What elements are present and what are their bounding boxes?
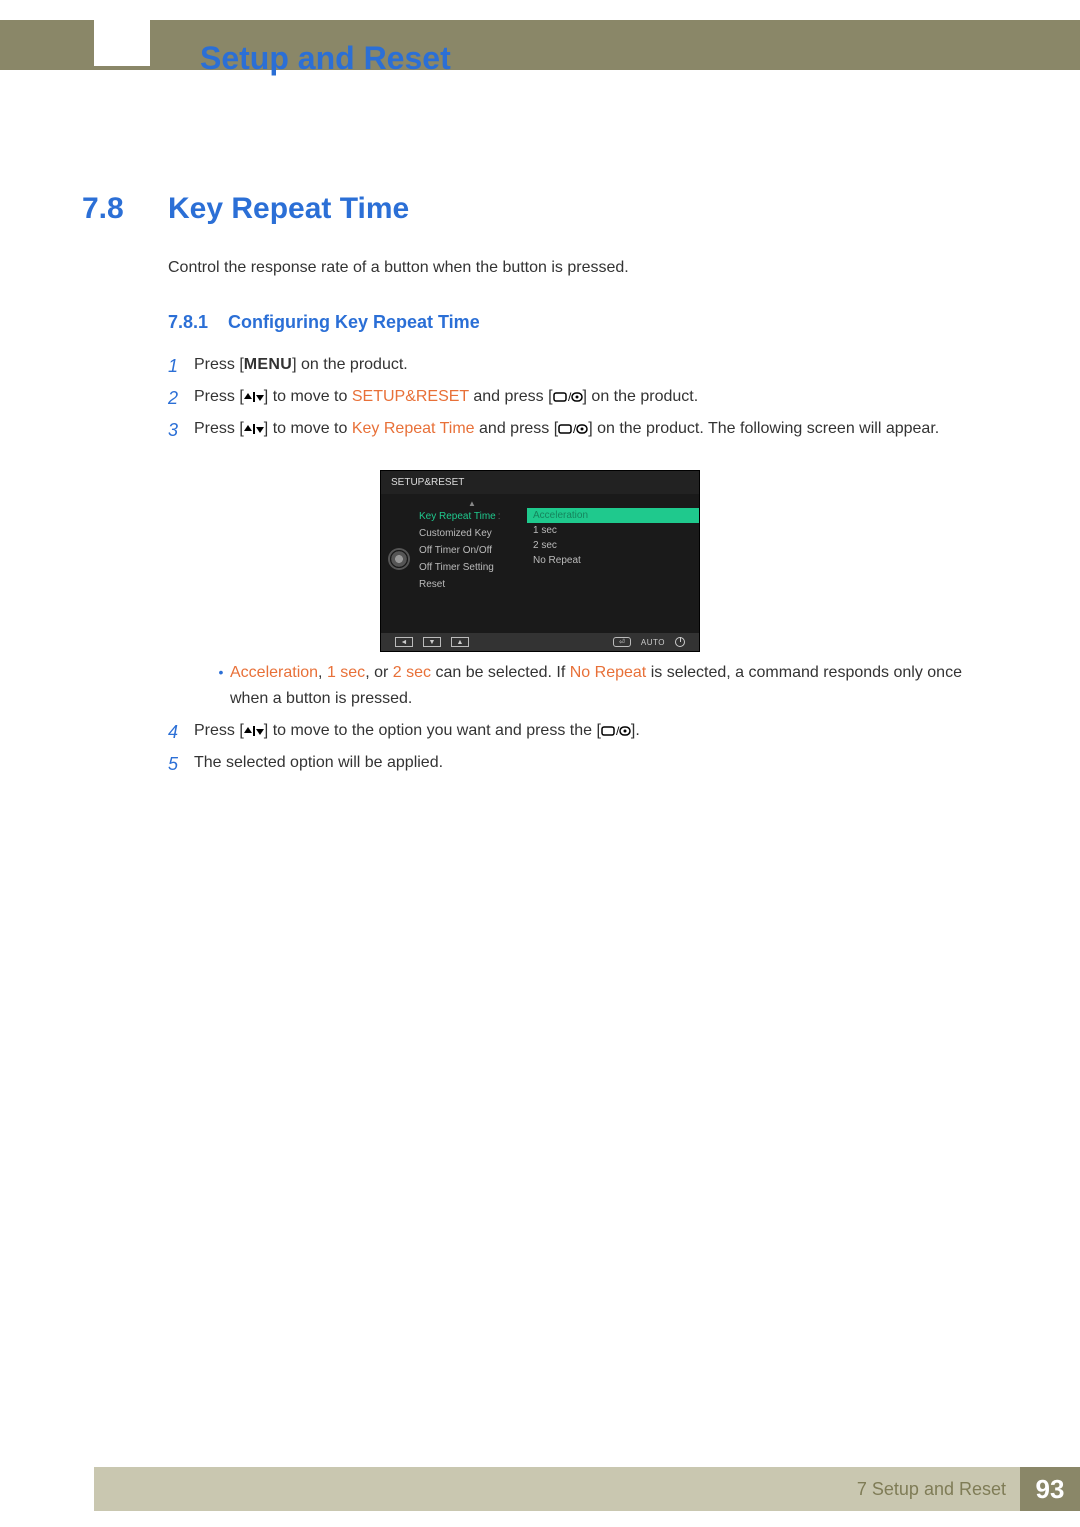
osd-body: ▲ Key Repeat Time: Customized Key Off Ti…: [381, 494, 699, 624]
osd-nav-bar: ◄ ▼ ▲ ⏎ AUTO: [381, 633, 699, 651]
footer-bar: 7 Setup and Reset 93: [94, 1467, 1080, 1511]
up-down-icon: [244, 722, 264, 739]
osd-item-off-timer-setting: Off Timer Setting: [417, 559, 527, 576]
osd-item-off-timer-onoff: Off Timer On/Off: [417, 542, 527, 559]
text: ] on the product.: [583, 388, 699, 405]
step-number: 3: [168, 416, 194, 445]
text: Press [: [194, 722, 244, 739]
osd-menu: ▲ Key Repeat Time: Customized Key Off Ti…: [417, 494, 527, 624]
osd-value-acceleration: Acceleration: [527, 508, 699, 523]
step-2: 2 Press [ ] to move to SETUP&RESET and pr…: [168, 384, 980, 413]
text: ] to move to the option you want and pre…: [264, 722, 601, 739]
step-5: 5 The selected option will be applied.: [168, 750, 980, 779]
highlight: SETUP&RESET: [352, 388, 469, 405]
step-body: Press [ ] to move to SETUP&RESET and pres…: [194, 384, 980, 410]
osd-value-1sec: 1 sec: [527, 523, 699, 538]
menu-label: MENU: [244, 356, 292, 373]
text: Press [: [194, 356, 244, 373]
power-icon: [675, 637, 685, 647]
osd-item-customized-key: Customized Key: [417, 525, 527, 542]
step-number: 2: [168, 384, 194, 413]
step-body: Press [ ] to move to the option you want …: [194, 718, 980, 744]
text: ] on the product.: [292, 356, 408, 373]
step-body: Press [ ] to move to Key Repeat Time and …: [194, 416, 980, 442]
step-number: 1: [168, 352, 194, 381]
step-body: Press [MENU] on the product.: [194, 352, 980, 378]
step-number: 4: [168, 718, 194, 747]
nav-left-icon: ◄: [395, 637, 413, 647]
option-2sec: 2 sec: [393, 664, 431, 681]
nav-auto-label: AUTO: [641, 638, 665, 647]
triangle-up-icon: ▲: [417, 500, 527, 508]
gear-icon: [390, 550, 408, 568]
chapter-title: Setup and Reset: [200, 40, 451, 77]
step-4: 4 Press [ ] to move to the option you wan…: [168, 718, 980, 747]
text: Press [: [194, 388, 244, 405]
header-bar: [0, 20, 1080, 70]
enter-icon: /: [601, 722, 631, 739]
osd-icon-col: [381, 494, 417, 624]
step-body: The selected option will be applied.: [194, 750, 980, 776]
nav-down-icon: ▼: [423, 637, 441, 647]
text: and press [: [469, 388, 553, 405]
step-1: 1 Press [MENU] on the product.: [168, 352, 980, 381]
osd-item-reset: Reset: [417, 576, 527, 593]
osd-header: SETUP&RESET: [381, 471, 699, 494]
enter-icon: /: [558, 420, 588, 437]
text: ] to move to: [264, 420, 352, 437]
up-down-icon: [244, 420, 264, 437]
step-3: 3 Press [ ] to move to Key Repeat Time an…: [168, 416, 980, 445]
text: , or: [365, 664, 393, 681]
text: ] to move to: [264, 388, 352, 405]
page-number: 93: [1020, 1467, 1080, 1511]
option-1sec: 1 sec: [327, 664, 365, 681]
text: and press [: [475, 420, 559, 437]
text: Press [: [194, 420, 244, 437]
subsection-number: 7.8.1: [168, 312, 208, 333]
osd-screenshot: SETUP&RESET ▲ Key Repeat Time: Customize…: [380, 470, 700, 652]
option-acceleration: Acceleration: [230, 664, 318, 681]
footer-chapter-label: 7 Setup and Reset: [857, 1479, 1006, 1500]
text: ].: [631, 722, 640, 739]
section-number: 7.8: [82, 192, 124, 226]
bullet-body: Acceleration, 1 sec, or 2 sec can be sel…: [230, 660, 980, 711]
text: ,: [318, 664, 327, 681]
text: ] on the product. The following screen w…: [588, 420, 939, 437]
subsection-title: Configuring Key Repeat Time: [228, 312, 480, 333]
header-tab-notch: [94, 20, 150, 66]
osd-value-norepeat: No Repeat: [527, 553, 699, 568]
bullet-options: • Acceleration, 1 sec, or 2 sec can be s…: [212, 660, 980, 711]
bullet-dot-icon: •: [212, 660, 230, 685]
osd-value-2sec: 2 sec: [527, 538, 699, 553]
nav-up-icon: ▲: [451, 637, 469, 647]
up-down-icon: [244, 388, 264, 405]
section-intro: Control the response rate of a button wh…: [168, 256, 980, 280]
highlight: Key Repeat Time: [352, 420, 475, 437]
enter-icon: /: [553, 388, 583, 405]
osd-item-key-repeat: Key Repeat Time:: [417, 508, 527, 525]
osd-values: Acceleration 1 sec 2 sec No Repeat: [527, 494, 699, 624]
step-number: 5: [168, 750, 194, 779]
section-title: Key Repeat Time: [168, 192, 409, 226]
option-norepeat: No Repeat: [570, 664, 647, 681]
nav-enter-icon: ⏎: [613, 637, 631, 647]
text: can be selected. If: [431, 664, 570, 681]
